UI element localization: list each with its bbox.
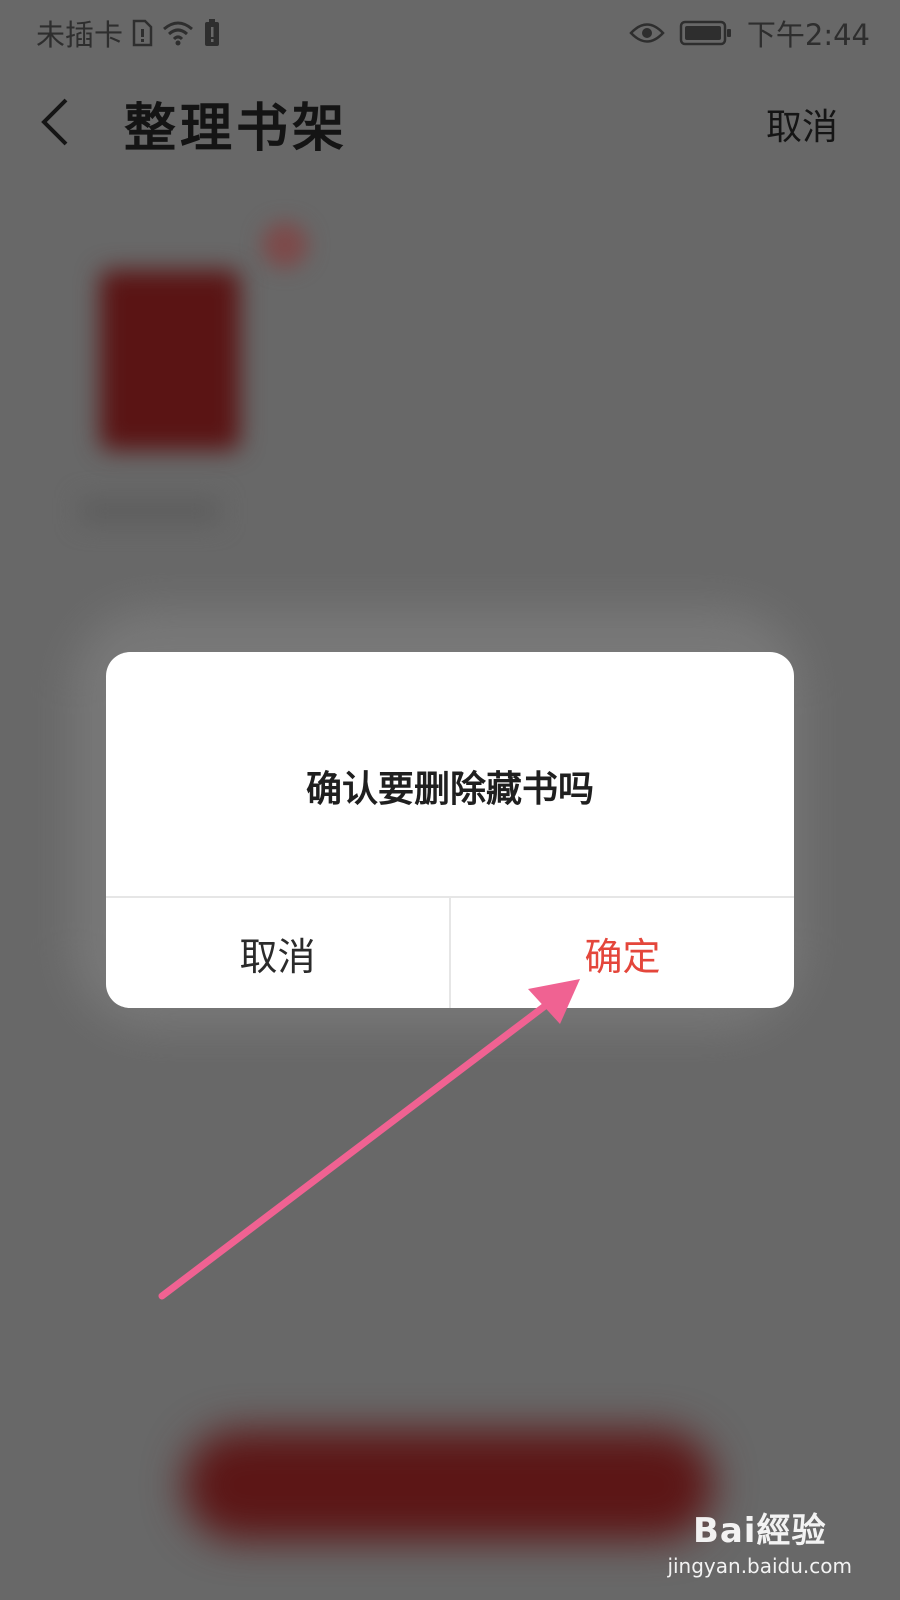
watermark-url: jingyan.baidu.com	[667, 1554, 852, 1578]
nav-cancel-button[interactable]: 取消	[766, 98, 838, 150]
blurred-book-cover	[100, 270, 240, 450]
page-title: 整理书架	[124, 98, 349, 159]
sim-icon	[131, 19, 153, 47]
nav-bar: 整理书架 取消	[0, 78, 900, 164]
dialog-message: 确认要删除藏书吗	[305, 769, 594, 810]
status-right: 下午2:44	[629, 12, 870, 54]
screen: 未插卡 下午2:44 整理书架 取消 确认要删除藏书吗 取消 确定 Bai經验 …	[0, 0, 900, 1600]
carrier-text: 未插卡	[36, 18, 124, 52]
blurred-book-title	[80, 498, 220, 524]
watermark: Bai經验 jingyan.baidu.com	[667, 1503, 852, 1578]
status-left: 未插卡	[36, 12, 221, 54]
dialog-confirm-button[interactable]: 确定	[451, 898, 794, 1008]
watermark-logo: Bai經验	[692, 1511, 827, 1551]
dialog-cancel-button[interactable]: 取消	[106, 898, 451, 1008]
chevron-left-icon	[41, 98, 68, 146]
eye-icon	[629, 20, 665, 46]
status-bar: 未插卡 下午2:44	[0, 0, 900, 62]
confirm-delete-dialog: 确认要删除藏书吗 取消 确定	[106, 652, 794, 1008]
dialog-buttons: 取消 确定	[106, 896, 794, 1008]
battery-icon	[679, 19, 733, 47]
battery-alert-icon	[203, 18, 221, 48]
blurred-badge	[262, 222, 308, 268]
wifi-icon	[161, 19, 195, 47]
blurred-delete-button	[184, 1430, 714, 1540]
clock-text: 下午2:44	[746, 18, 870, 52]
back-button[interactable]	[30, 90, 86, 154]
